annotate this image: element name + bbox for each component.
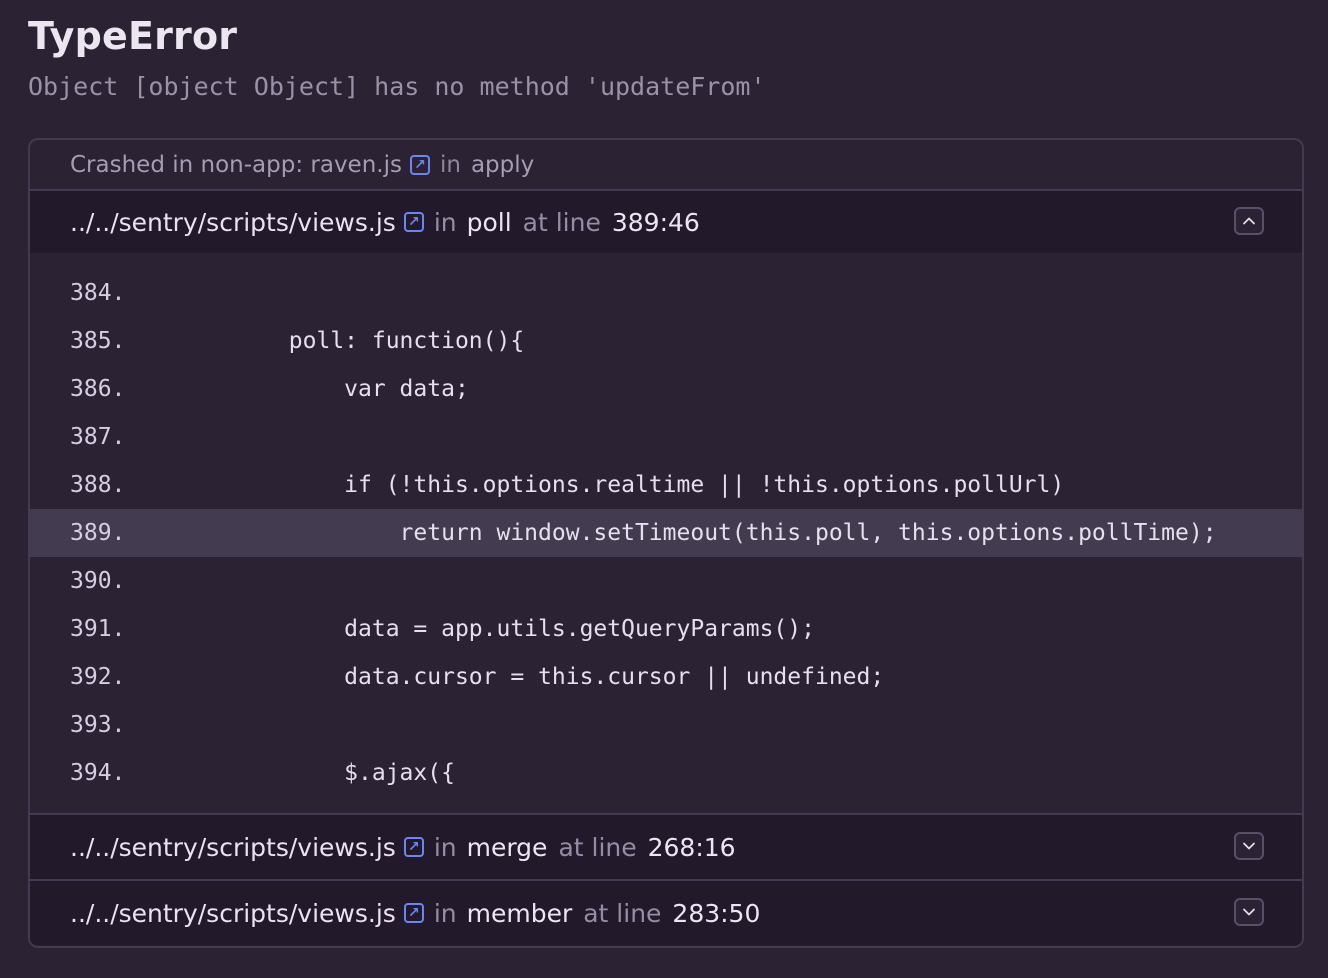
code-text: data.cursor = this.cursor || undefined; — [178, 664, 885, 690]
frame-at-line-label: at line — [558, 832, 637, 862]
line-number: 391. — [70, 616, 126, 642]
frame-filename: ../../sentry/scripts/views.js — [70, 832, 396, 862]
crashed-in-row: Crashed in non-app: raven.js ↗ in apply — [30, 140, 1302, 191]
line-number: 388. — [70, 472, 126, 498]
code-line: 386. var data; — [30, 365, 1302, 413]
code-line: 384. — [30, 269, 1302, 317]
code-text: $.ajax({ — [178, 760, 455, 786]
line-number: 392. — [70, 664, 126, 690]
open-link-icon[interactable]: ↗ — [409, 154, 430, 175]
frame-location: 268:16 — [647, 832, 736, 862]
stack-frame-header[interactable]: ../../sentry/scripts/views.js ↗ in poll … — [30, 191, 1302, 253]
line-number: 394. — [70, 760, 126, 786]
code-line: 391. data = app.utils.getQueryParams(); — [30, 605, 1302, 653]
open-link-icon[interactable]: ↗ — [403, 837, 424, 857]
stack-frame-header[interactable]: ../../sentry/scripts/views.js ↗ in membe… — [30, 881, 1302, 945]
code-text: var data; — [178, 376, 469, 402]
code-text: data = app.utils.getQueryParams(); — [178, 616, 815, 642]
code-line: 394. $.ajax({ — [30, 749, 1302, 797]
code-line: 387. — [30, 413, 1302, 461]
code-line: 390. — [30, 557, 1302, 605]
crash-in-label: in — [439, 151, 461, 178]
crashed-in-label: Crashed in non-app: raven.js — [70, 151, 402, 178]
line-number: 387. — [70, 424, 126, 450]
code-text: if (!this.options.realtime || !this.opti… — [178, 472, 1065, 498]
chevron-up-icon — [1243, 217, 1255, 225]
frame-location: 389:46 — [611, 207, 700, 237]
code-context: 384. 385. poll: function(){ 386. var dat… — [30, 253, 1302, 815]
frame-function: poll — [466, 207, 512, 237]
code-text: return window.setTimeout(this.poll, this… — [178, 520, 1217, 546]
code-line: 388. if (!this.options.realtime || !this… — [30, 461, 1302, 509]
line-number: 386. — [70, 376, 126, 402]
code-line: 392. data.cursor = this.cursor || undefi… — [30, 653, 1302, 701]
code-line-active: 389. return window.setTimeout(this.poll,… — [30, 509, 1302, 557]
frame-filename: ../../sentry/scripts/views.js — [70, 207, 396, 237]
chevron-down-icon — [1243, 842, 1255, 850]
line-number: 389. — [70, 520, 126, 546]
error-message: Object [object Object] has no method 'up… — [28, 72, 766, 101]
open-link-icon[interactable]: ↗ — [403, 903, 424, 923]
line-number: 390. — [70, 568, 126, 594]
frame-location: 283:50 — [672, 898, 761, 928]
code-text: poll: function(){ — [178, 328, 525, 354]
expand-frame-button[interactable] — [1234, 898, 1264, 926]
frame-at-line-label: at line — [522, 207, 601, 237]
frame-function: member — [466, 898, 573, 928]
line-number: 384. — [70, 280, 126, 306]
frame-filename: ../../sentry/scripts/views.js — [70, 898, 396, 928]
stacktrace-panel: Crashed in non-app: raven.js ↗ in apply … — [28, 138, 1304, 948]
frame-in-label: in — [433, 832, 457, 862]
chevron-down-icon — [1243, 908, 1255, 916]
stack-frame-header[interactable]: ../../sentry/scripts/views.js ↗ in merge… — [30, 815, 1302, 881]
frame-in-label: in — [433, 898, 457, 928]
line-number: 393. — [70, 712, 126, 738]
error-event-view: TypeError Object [object Object] has no … — [0, 0, 1328, 978]
expand-frame-button[interactable] — [1234, 832, 1264, 860]
error-type-title: TypeError — [28, 14, 238, 58]
code-line: 393. — [30, 701, 1302, 749]
line-number: 385. — [70, 328, 126, 354]
open-link-icon[interactable]: ↗ — [403, 212, 424, 232]
collapse-frame-button[interactable] — [1234, 207, 1264, 235]
frame-function: merge — [466, 832, 548, 862]
code-line: 385. poll: function(){ — [30, 317, 1302, 365]
frame-at-line-label: at line — [583, 898, 662, 928]
frame-in-label: in — [433, 207, 457, 237]
crash-function: apply — [470, 151, 535, 178]
